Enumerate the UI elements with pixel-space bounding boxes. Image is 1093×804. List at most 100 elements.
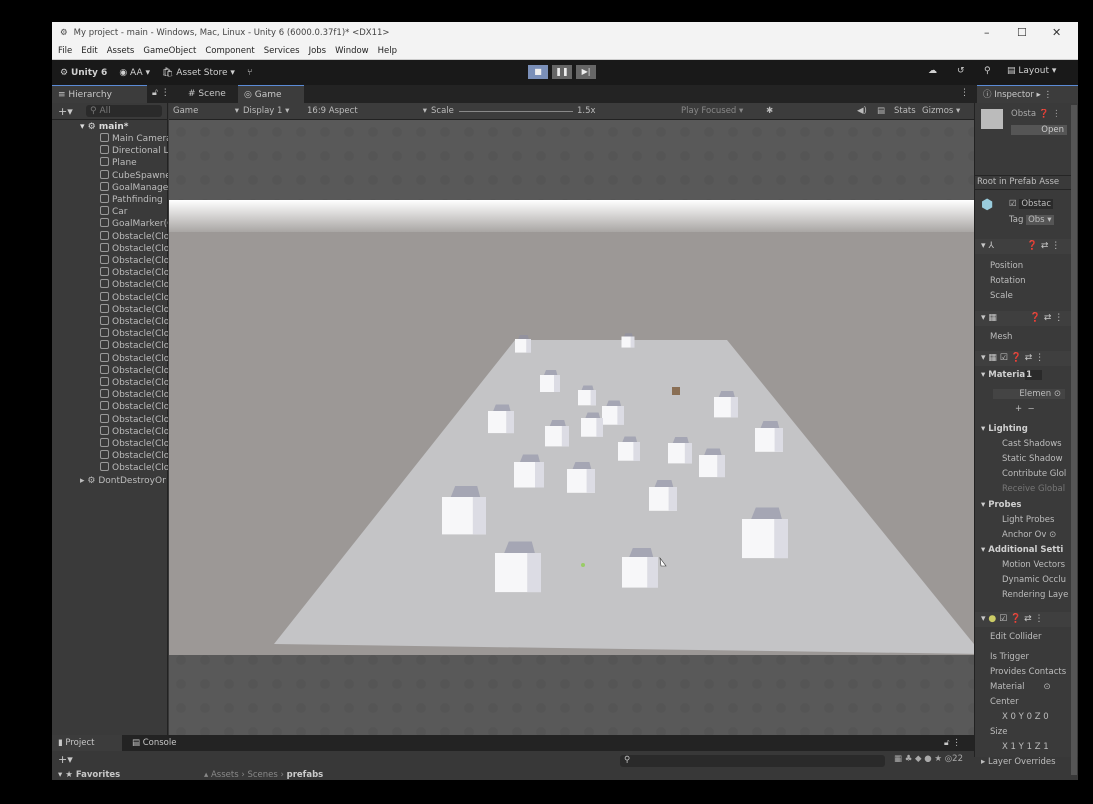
hierarchy-item[interactable]: Obstacle(Clone) (100, 255, 168, 267)
maximize-button[interactable]: ☐ (1017, 26, 1027, 39)
breadcrumb-assets[interactable]: Assets (211, 770, 239, 780)
tab-project[interactable]: ▮ Project (52, 735, 122, 751)
menu-assets[interactable]: Assets (107, 46, 135, 56)
menu-file[interactable]: File (58, 46, 72, 56)
hierarchy-item[interactable]: Obstacle(Clone) (100, 438, 168, 450)
hierarchy-item[interactable]: Plane (100, 157, 168, 169)
hierarchy-item[interactable]: Obstacle(Clone) (100, 328, 168, 340)
hierarchy-item[interactable]: Obstacle(Clone) (100, 303, 168, 316)
audio-mute-icon[interactable]: ◀) (857, 105, 867, 118)
create-button[interactable]: +▾ (58, 753, 73, 766)
favorites-foldout[interactable]: ▾ ★ Favorites (58, 770, 120, 780)
tag-dropdown[interactable]: Tag Obs ▾ (1009, 215, 1069, 225)
aspect-dropdown[interactable]: 16:9 Aspect ▾ (307, 105, 427, 118)
tab-hierarchy[interactable]: ≡ Hierarchy (52, 85, 147, 103)
hierarchy-item[interactable]: CubeSpawner (100, 169, 168, 182)
shortcuts-icon[interactable]: ▤ (877, 105, 885, 118)
breadcrumb-scenes[interactable]: Scenes (247, 770, 277, 780)
project-search-input[interactable]: ⚲ (620, 755, 885, 767)
display-dropdown[interactable]: Display 1 ▾ (243, 105, 305, 118)
more-icon[interactable]: ⋮ (960, 88, 969, 98)
tab-console[interactable]: ▤ Console (132, 738, 176, 748)
open-prefab-button[interactable]: Open (1011, 125, 1067, 135)
breadcrumb-prefabs[interactable]: prefabs (287, 770, 324, 780)
gizmos-dropdown[interactable]: Gizmos ▾ (922, 105, 960, 118)
tab-game[interactable]: ◎ Game (238, 85, 304, 103)
filter-icons[interactable]: ▦ ♣ ◆ ● ★ ◎22 (894, 754, 963, 764)
account-button[interactable]: ◉ AA ▾ (119, 68, 150, 78)
active-checkbox[interactable]: ☑ Obstac (1009, 199, 1069, 209)
cloud-icon[interactable]: ☁ (928, 66, 937, 76)
layer-overrides-foldout[interactable]: ▸ Layer Overrides (981, 757, 1071, 767)
scale-slider[interactable] (459, 111, 573, 112)
minimize-button[interactable]: – (984, 26, 990, 39)
history-icon[interactable]: ↺ (957, 66, 965, 76)
menu-gameobject[interactable]: GameObject (143, 46, 196, 56)
lock-icon[interactable]: 🔓︎ ⋮ (944, 738, 961, 748)
stats-button[interactable]: Stats (894, 105, 916, 118)
play-focused-dropdown[interactable]: Play Focused ▾ (681, 105, 743, 118)
tab-scene[interactable]: # Scene (182, 85, 242, 103)
inspector-scrollbar[interactable] (1071, 105, 1077, 775)
hierarchy-search-input[interactable]: ⚲ All (86, 105, 162, 117)
scene-root-main[interactable]: ▾ ⚙ main* (80, 121, 148, 133)
asset-store-button[interactable]: 🛍 Asset Store ▾ (162, 68, 235, 78)
menu-help[interactable]: Help (378, 46, 397, 56)
menu-window[interactable]: Window (335, 46, 369, 56)
search-icon[interactable]: ⚲ (984, 66, 991, 76)
additional-settings-foldout[interactable]: ▾ Additional Setti (981, 545, 1071, 555)
meshfilter-header[interactable]: ▾ ▦ ❓ ⇄ ⋮ (975, 311, 1071, 326)
hierarchy-item[interactable]: Obstacle(Clone) (100, 462, 168, 474)
add-remove-buttons[interactable]: + − (1015, 404, 1055, 414)
center-fields[interactable]: X 0 Y 0 Z 0 (1002, 712, 1078, 722)
lock-icon[interactable]: 🔓︎ ⋮ (152, 88, 170, 98)
boxcollider-header[interactable]: ▾ ● ☑ ❓ ⇄ ⋮ (975, 612, 1071, 627)
hierarchy-item[interactable]: Obstacle(Clone) (100, 364, 168, 377)
hierarchy-item[interactable]: Obstacle(Clone) (100, 413, 168, 426)
hierarchy-item[interactable]: GoalManager (100, 181, 168, 194)
tab-inspector[interactable]: ⓘ Inspector ▸ ⋮ (977, 85, 1078, 103)
meshrenderer-header[interactable]: ▾ ▦ ☑ ❓ ⇄ ⋮ (975, 351, 1071, 366)
pause-button[interactable]: ❚❚ (552, 65, 572, 79)
probes-foldout[interactable]: ▾ Probes (981, 500, 1061, 510)
unity-version-button[interactable]: ⚙ Unity 6 (60, 68, 107, 78)
hierarchy-item[interactable]: Obstacle(Clone) (100, 450, 168, 462)
hierarchy-item[interactable]: Obstacle(Clone) (100, 267, 168, 279)
game-render[interactable] (168, 120, 982, 755)
hierarchy-item[interactable]: Obstacle(Clone) (100, 230, 168, 243)
game-view[interactable] (168, 120, 982, 755)
hierarchy-item[interactable]: Directional Light (100, 145, 168, 157)
materials-foldout[interactable]: ▾ Materia1 (981, 370, 1061, 380)
hierarchy-item[interactable]: Obstacle(Clone) (100, 425, 168, 438)
transform-header[interactable]: ▾ ⅄ ❓ ⇄ ⋮ (975, 239, 1071, 254)
hierarchy-item[interactable]: GoalMarker(Clone) (100, 218, 168, 230)
menu-services[interactable]: Services (264, 46, 300, 56)
hierarchy-item[interactable]: Main Camera (100, 133, 168, 145)
menu-edit[interactable]: Edit (81, 46, 97, 56)
play-stop-button[interactable]: ■ (528, 65, 548, 79)
version-control-icon[interactable]: ⑂ (247, 68, 252, 78)
hierarchy-item[interactable]: Obstacle(Clone) (100, 352, 168, 365)
hierarchy-item[interactable]: Obstacle(Clone) (100, 316, 168, 328)
close-button[interactable]: ✕ (1052, 26, 1061, 39)
material-element-field[interactable]: Elemen ⊙ (993, 389, 1065, 399)
lighting-foldout[interactable]: ▾ Lighting (981, 424, 1061, 434)
bug-icon[interactable]: ✱ (766, 105, 773, 118)
layout-dropdown[interactable]: ▤ Layout ▾ (1007, 66, 1056, 76)
hierarchy-item[interactable]: Obstacle(Clone) (100, 389, 168, 401)
hierarchy-item[interactable]: Obstacle(Clone) (100, 340, 168, 352)
menu-component[interactable]: Component (205, 46, 254, 56)
step-button[interactable]: ▶| (576, 65, 596, 79)
game-mode-dropdown[interactable]: Game ▾ (173, 105, 239, 118)
hierarchy-item[interactable]: Pathfinding (100, 194, 168, 206)
menu-jobs[interactable]: Jobs (309, 46, 327, 56)
hierarchy-item[interactable]: Obstacle(Clone) (100, 377, 168, 389)
hierarchy-item[interactable]: Car (100, 206, 168, 218)
edit-collider-button[interactable]: Edit Collider (990, 632, 1070, 642)
hierarchy-item[interactable]: Obstacle(Clone) (100, 401, 168, 413)
size-fields[interactable]: X 1 Y 1 Z 1 (1002, 742, 1078, 752)
scene-root-dontdestroy[interactable]: ▸ ⚙ DontDestroyOnLoad (80, 475, 166, 487)
hierarchy-item[interactable]: Obstacle(Clone) (100, 242, 168, 255)
hierarchy-item[interactable]: Obstacle(Clone) (100, 279, 168, 291)
add-button[interactable]: +▾ (58, 105, 73, 118)
